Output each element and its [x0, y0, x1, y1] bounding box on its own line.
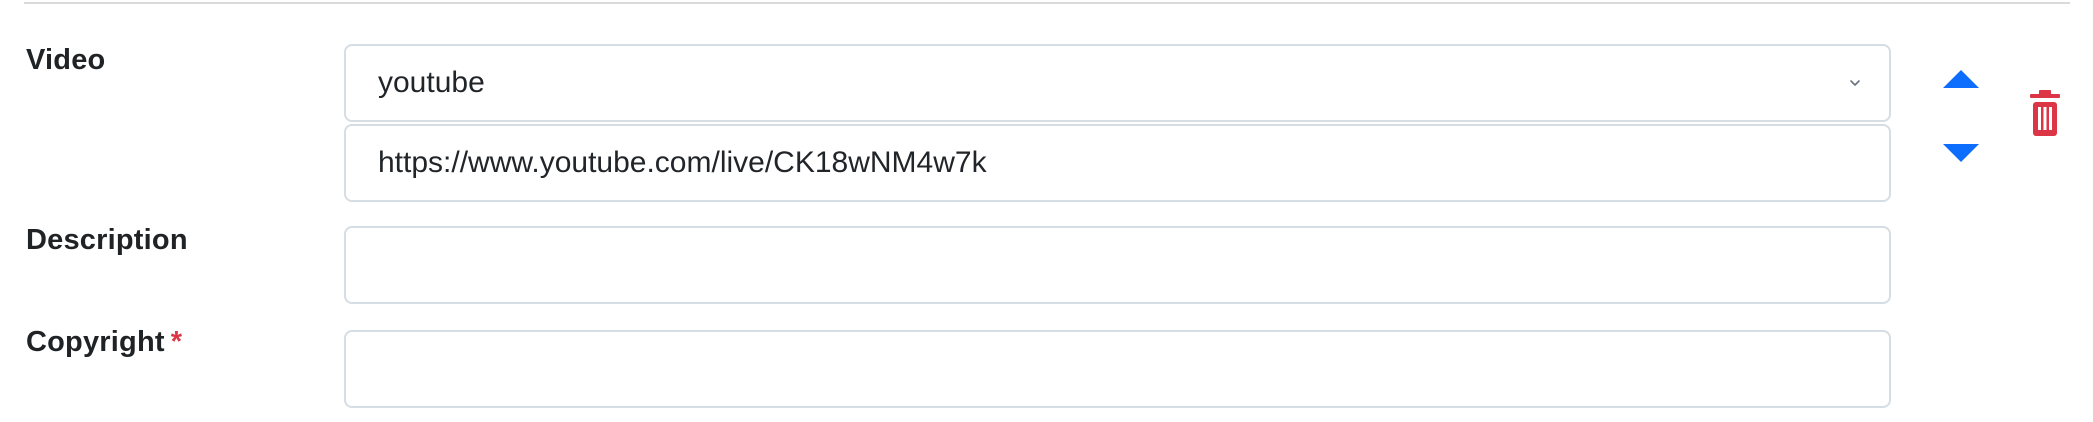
video-provider-value: youtube	[378, 66, 485, 99]
video-url-value: https://www.youtube.com/live/CK18wNM4w7k	[378, 146, 987, 179]
description-label-text: Description	[26, 224, 188, 256]
copyright-input[interactable]	[344, 330, 1891, 408]
caret-down-icon[interactable]	[1941, 142, 1981, 164]
video-url-input[interactable]: https://www.youtube.com/live/CK18wNM4w7k	[344, 124, 1891, 202]
copyright-label-text: Copyright	[26, 326, 165, 358]
video-provider-select[interactable]: youtube	[344, 44, 1891, 122]
chevron-down-icon	[1850, 80, 1860, 86]
copyright-label: Copyright *	[26, 326, 182, 359]
description-label: Description	[26, 224, 188, 257]
description-input[interactable]	[344, 226, 1891, 304]
video-label: Video	[26, 44, 105, 77]
caret-up-icon[interactable]	[1941, 68, 1981, 90]
required-marker: *	[170, 326, 183, 358]
section-divider	[24, 2, 2070, 4]
trash-icon[interactable]	[2025, 88, 2065, 140]
video-label-text: Video	[26, 44, 106, 76]
